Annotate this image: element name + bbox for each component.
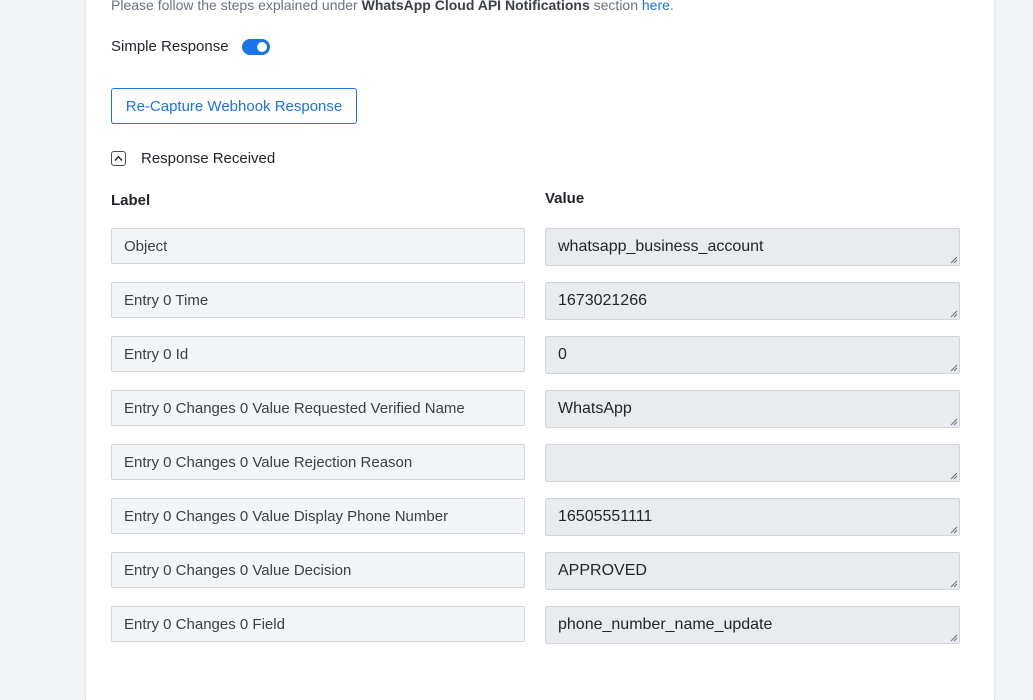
simple-response-row: Simple Response [111,38,270,55]
field-label-input[interactable]: Entry 0 Changes 0 Value Display Phone Nu… [111,498,525,534]
field-value-textarea[interactable]: WhatsApp [545,390,960,428]
intro-text-after: section [589,0,642,13]
here-link[interactable]: here [642,0,670,13]
field-label-input[interactable]: Entry 0 Changes 0 Field [111,606,525,642]
field-value-text: whatsapp_business_account [558,238,764,255]
collapse-toggle-button[interactable] [111,151,126,166]
resize-grip-icon[interactable] [949,417,958,426]
intro-bold-title: WhatsApp Cloud API Notifications [361,0,590,13]
field-value-text: APPROVED [558,562,647,579]
resize-grip-icon[interactable] [949,579,958,588]
field-value-text: WhatsApp [558,400,632,417]
intro-text-before: Please follow the steps explained under [111,0,362,13]
field-label-input[interactable]: Entry 0 Changes 0 Value Rejection Reason [111,444,525,480]
field-label-input[interactable]: Entry 0 Time [111,282,525,318]
recapture-webhook-button[interactable]: Re-Capture Webhook Response [111,88,357,124]
field-value-textarea[interactable] [545,444,960,482]
resize-grip-icon[interactable] [949,255,958,264]
simple-response-label: Simple Response [111,38,229,55]
resize-grip-icon[interactable] [949,471,958,480]
field-value-text: 1673021266 [558,292,647,309]
response-received-label: Response Received [141,150,276,167]
field-value-text: phone_number_name_update [558,616,773,633]
value-column-header: Value [545,190,585,207]
field-value-textarea[interactable]: 1673021266 [545,282,960,320]
resize-grip-icon[interactable] [949,525,958,534]
intro-text: Please follow the steps explained under … [111,0,674,13]
field-value-textarea[interactable]: whatsapp_business_account [545,228,960,266]
field-value-textarea[interactable]: APPROVED [545,552,960,590]
intro-period: . [669,0,674,13]
field-value-text: 16505551111 [558,508,653,525]
resize-grip-icon[interactable] [949,363,958,372]
response-received-row: Response Received [111,150,275,167]
simple-response-toggle[interactable] [241,38,270,55]
field-value-text: 0 [558,346,567,363]
field-label-input[interactable]: Object [111,228,525,264]
field-value-textarea[interactable]: 0 [545,336,960,374]
resize-grip-icon[interactable] [949,633,958,642]
label-column-header: Label [111,192,151,209]
field-label-input[interactable]: Entry 0 Changes 0 Value Decision [111,552,525,588]
field-label-input[interactable]: Entry 0 Id [111,336,525,372]
chevron-up-icon [114,155,123,161]
field-value-textarea[interactable]: phone_number_name_update [545,606,960,644]
field-value-textarea[interactable]: 16505551111 [545,498,960,536]
field-label-input[interactable]: Entry 0 Changes 0 Value Requested Verifi… [111,390,525,426]
resize-grip-icon[interactable] [949,309,958,318]
toggle-knob [256,41,267,52]
